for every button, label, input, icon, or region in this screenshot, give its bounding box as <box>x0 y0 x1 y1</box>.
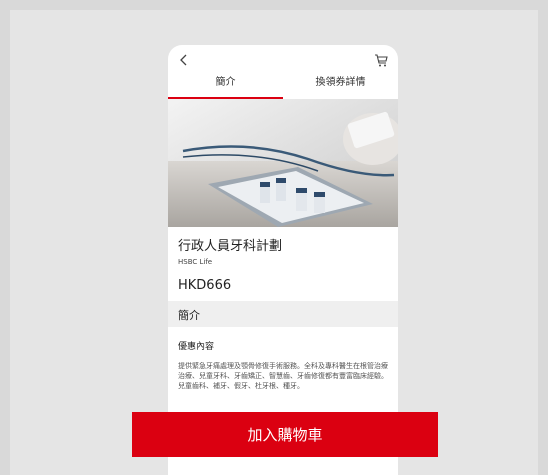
product-price: HKD666 <box>178 278 232 293</box>
shopping-cart-icon[interactable] <box>374 54 388 67</box>
tab-voucher-details[interactable]: 換領券詳情 <box>283 73 398 99</box>
hero-image <box>168 99 398 227</box>
phone-screen: 簡介 換領券詳情 行政人員牙科計劃 HSBC Life HKD666 簡介 優惠… <box>168 45 398 475</box>
product-title: 行政人員牙科計劃 <box>178 239 283 254</box>
tab-bar: 簡介 換領券詳情 <box>168 73 398 100</box>
chevron-left-icon[interactable] <box>178 53 190 67</box>
section-header: 簡介 <box>168 301 398 327</box>
product-issuer: HSBC Life <box>178 258 213 266</box>
section-heading: 簡介 <box>178 309 200 322</box>
add-to-cart-button[interactable]: 加入購物車 <box>132 412 438 457</box>
top-bar <box>168 45 398 73</box>
tab-intro[interactable]: 簡介 <box>168 73 283 99</box>
offer-description: 提供緊急牙痛處理及顎骨修復手術服務。全科及專科醫生在根管治療治療、兒童牙科、牙齒… <box>178 362 388 390</box>
offer-label: 優惠內容 <box>178 342 215 352</box>
